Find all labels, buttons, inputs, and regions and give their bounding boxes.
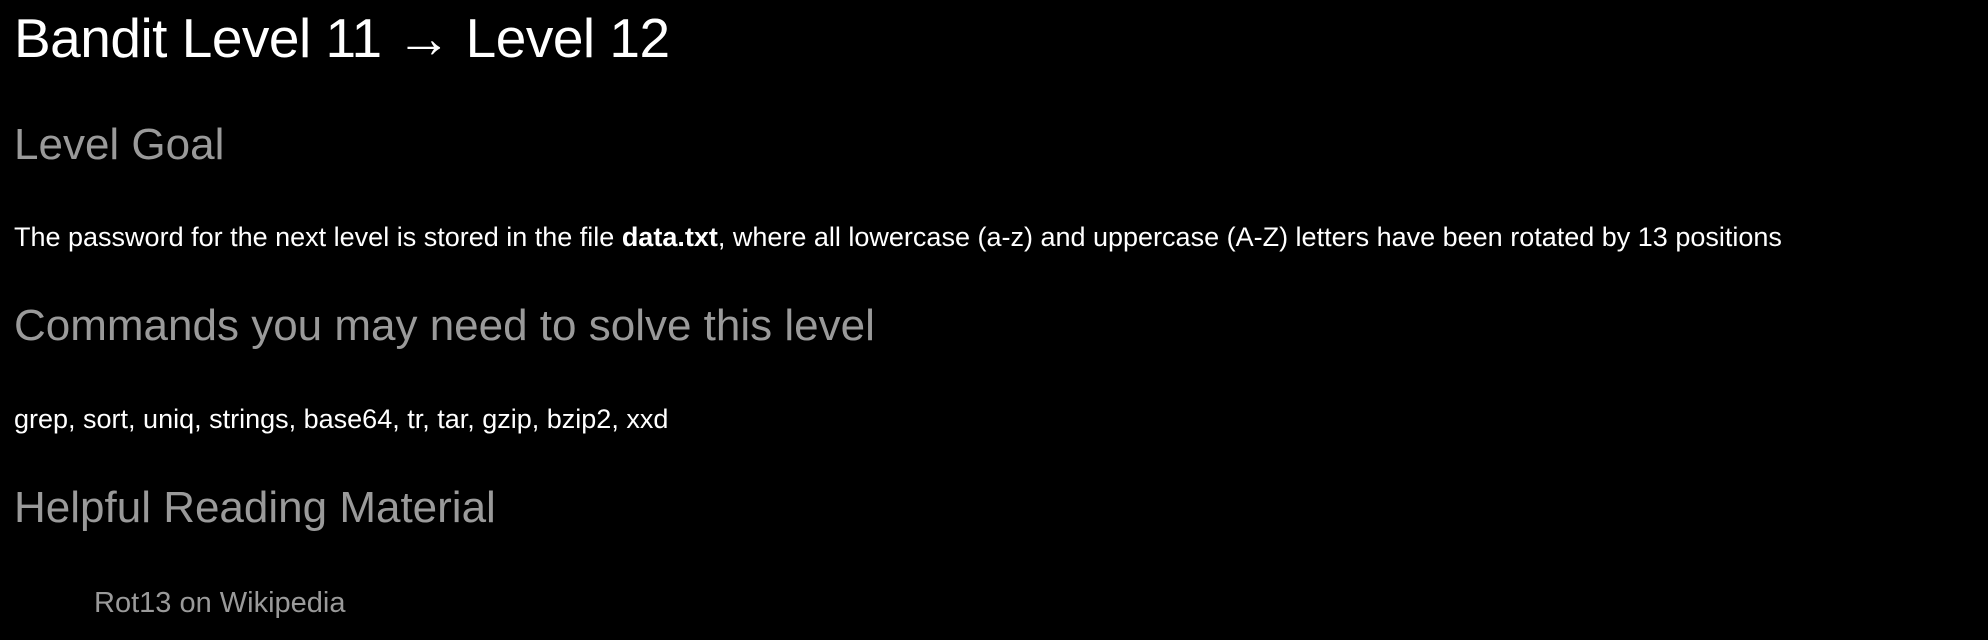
goal-text-after: , where all lowercase (a-z) and uppercas… — [717, 222, 1782, 252]
goal-text-before: The password for the next level is store… — [14, 222, 622, 252]
page-title: Bandit Level 11 → Level 12 — [14, 7, 670, 69]
level-goal-heading: Level Goal — [14, 120, 225, 169]
goal-filename: data.txt — [621, 222, 718, 252]
commands-list: grep, sort, uniq, strings, base64, tr, t… — [14, 404, 669, 434]
reading-list: Rot13 on Wikipedia — [94, 587, 345, 620]
reading-heading: Helpful Reading Material — [14, 483, 496, 532]
commands-heading: Commands you may need to solve this leve… — [14, 301, 875, 350]
level-goal-text: The password for the next level is store… — [14, 222, 1782, 253]
reading-list-item: Rot13 on Wikipedia — [94, 587, 345, 620]
rot13-wikipedia-link[interactable]: Rot13 on Wikipedia — [94, 587, 345, 619]
